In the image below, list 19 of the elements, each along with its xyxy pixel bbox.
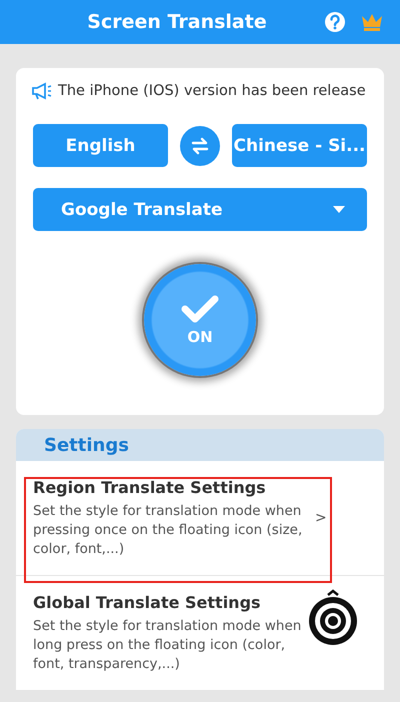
settings-item-description: Set the style for translation mode when long press on the floating icon (color, font, transparency,...) — [33, 616, 302, 674]
swap-icon — [190, 136, 210, 154]
settings-item[interactable]: Region Translate Settings Set the style for translation mode when pressing once on the floating icon (size, color, font,...) > — [16, 461, 384, 576]
help-icon[interactable] — [324, 11, 346, 33]
chevron-icon: > — [315, 510, 327, 526]
settings-item-title: Global Translate Settings — [33, 592, 262, 612]
target-language-button[interactable]: Chinese - Si... — [232, 124, 367, 167]
megaphone-icon — [31, 82, 53, 100]
settings-item-description: Set the style for translation mode when pressing once on the floating icon (size, color, font,...) — [33, 502, 304, 558]
caret-icon — [333, 206, 345, 213]
app-title: Screen Translate — [86, 11, 268, 33]
power-toggle-button[interactable]: ON — [144, 264, 256, 376]
source-language-button[interactable]: English — [33, 124, 168, 167]
settings-item-title: Region Translate Settings — [33, 478, 267, 496]
check-icon — [181, 294, 219, 324]
swap-button[interactable] — [180, 126, 220, 166]
translator-dropdown[interactable]: Google Translate — [33, 188, 367, 231]
settings-header: Settings — [16, 429, 384, 461]
announcement-text: The iPhone (IOS) version has been release — [58, 83, 366, 99]
